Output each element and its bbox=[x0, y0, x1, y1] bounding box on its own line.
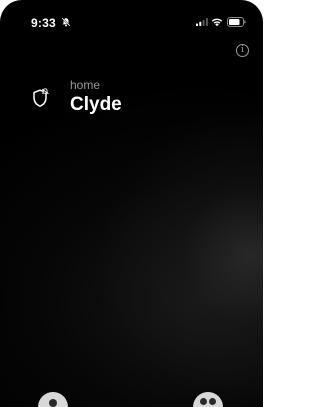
settings-button[interactable] bbox=[193, 392, 223, 407]
status-time: 9:33 bbox=[31, 16, 56, 30]
status-bar: 9:33 bbox=[0, 0, 263, 40]
info-icon: i bbox=[241, 45, 244, 55]
settings-icon bbox=[200, 398, 207, 405]
person-button[interactable] bbox=[38, 392, 68, 407]
wifi-icon bbox=[211, 18, 223, 27]
info-button[interactable]: i bbox=[236, 44, 249, 57]
room-label: home bbox=[70, 78, 101, 92]
signal-icon bbox=[196, 18, 208, 26]
settings-icon-dot bbox=[209, 398, 216, 405]
security-shield-icon bbox=[33, 88, 49, 107]
battery-icon bbox=[227, 17, 246, 27]
bell-off-icon bbox=[61, 17, 71, 27]
accessory-detail-screen: 9:33 i home Clyde bbox=[0, 0, 263, 407]
accessory-name: Clyde bbox=[70, 94, 122, 115]
